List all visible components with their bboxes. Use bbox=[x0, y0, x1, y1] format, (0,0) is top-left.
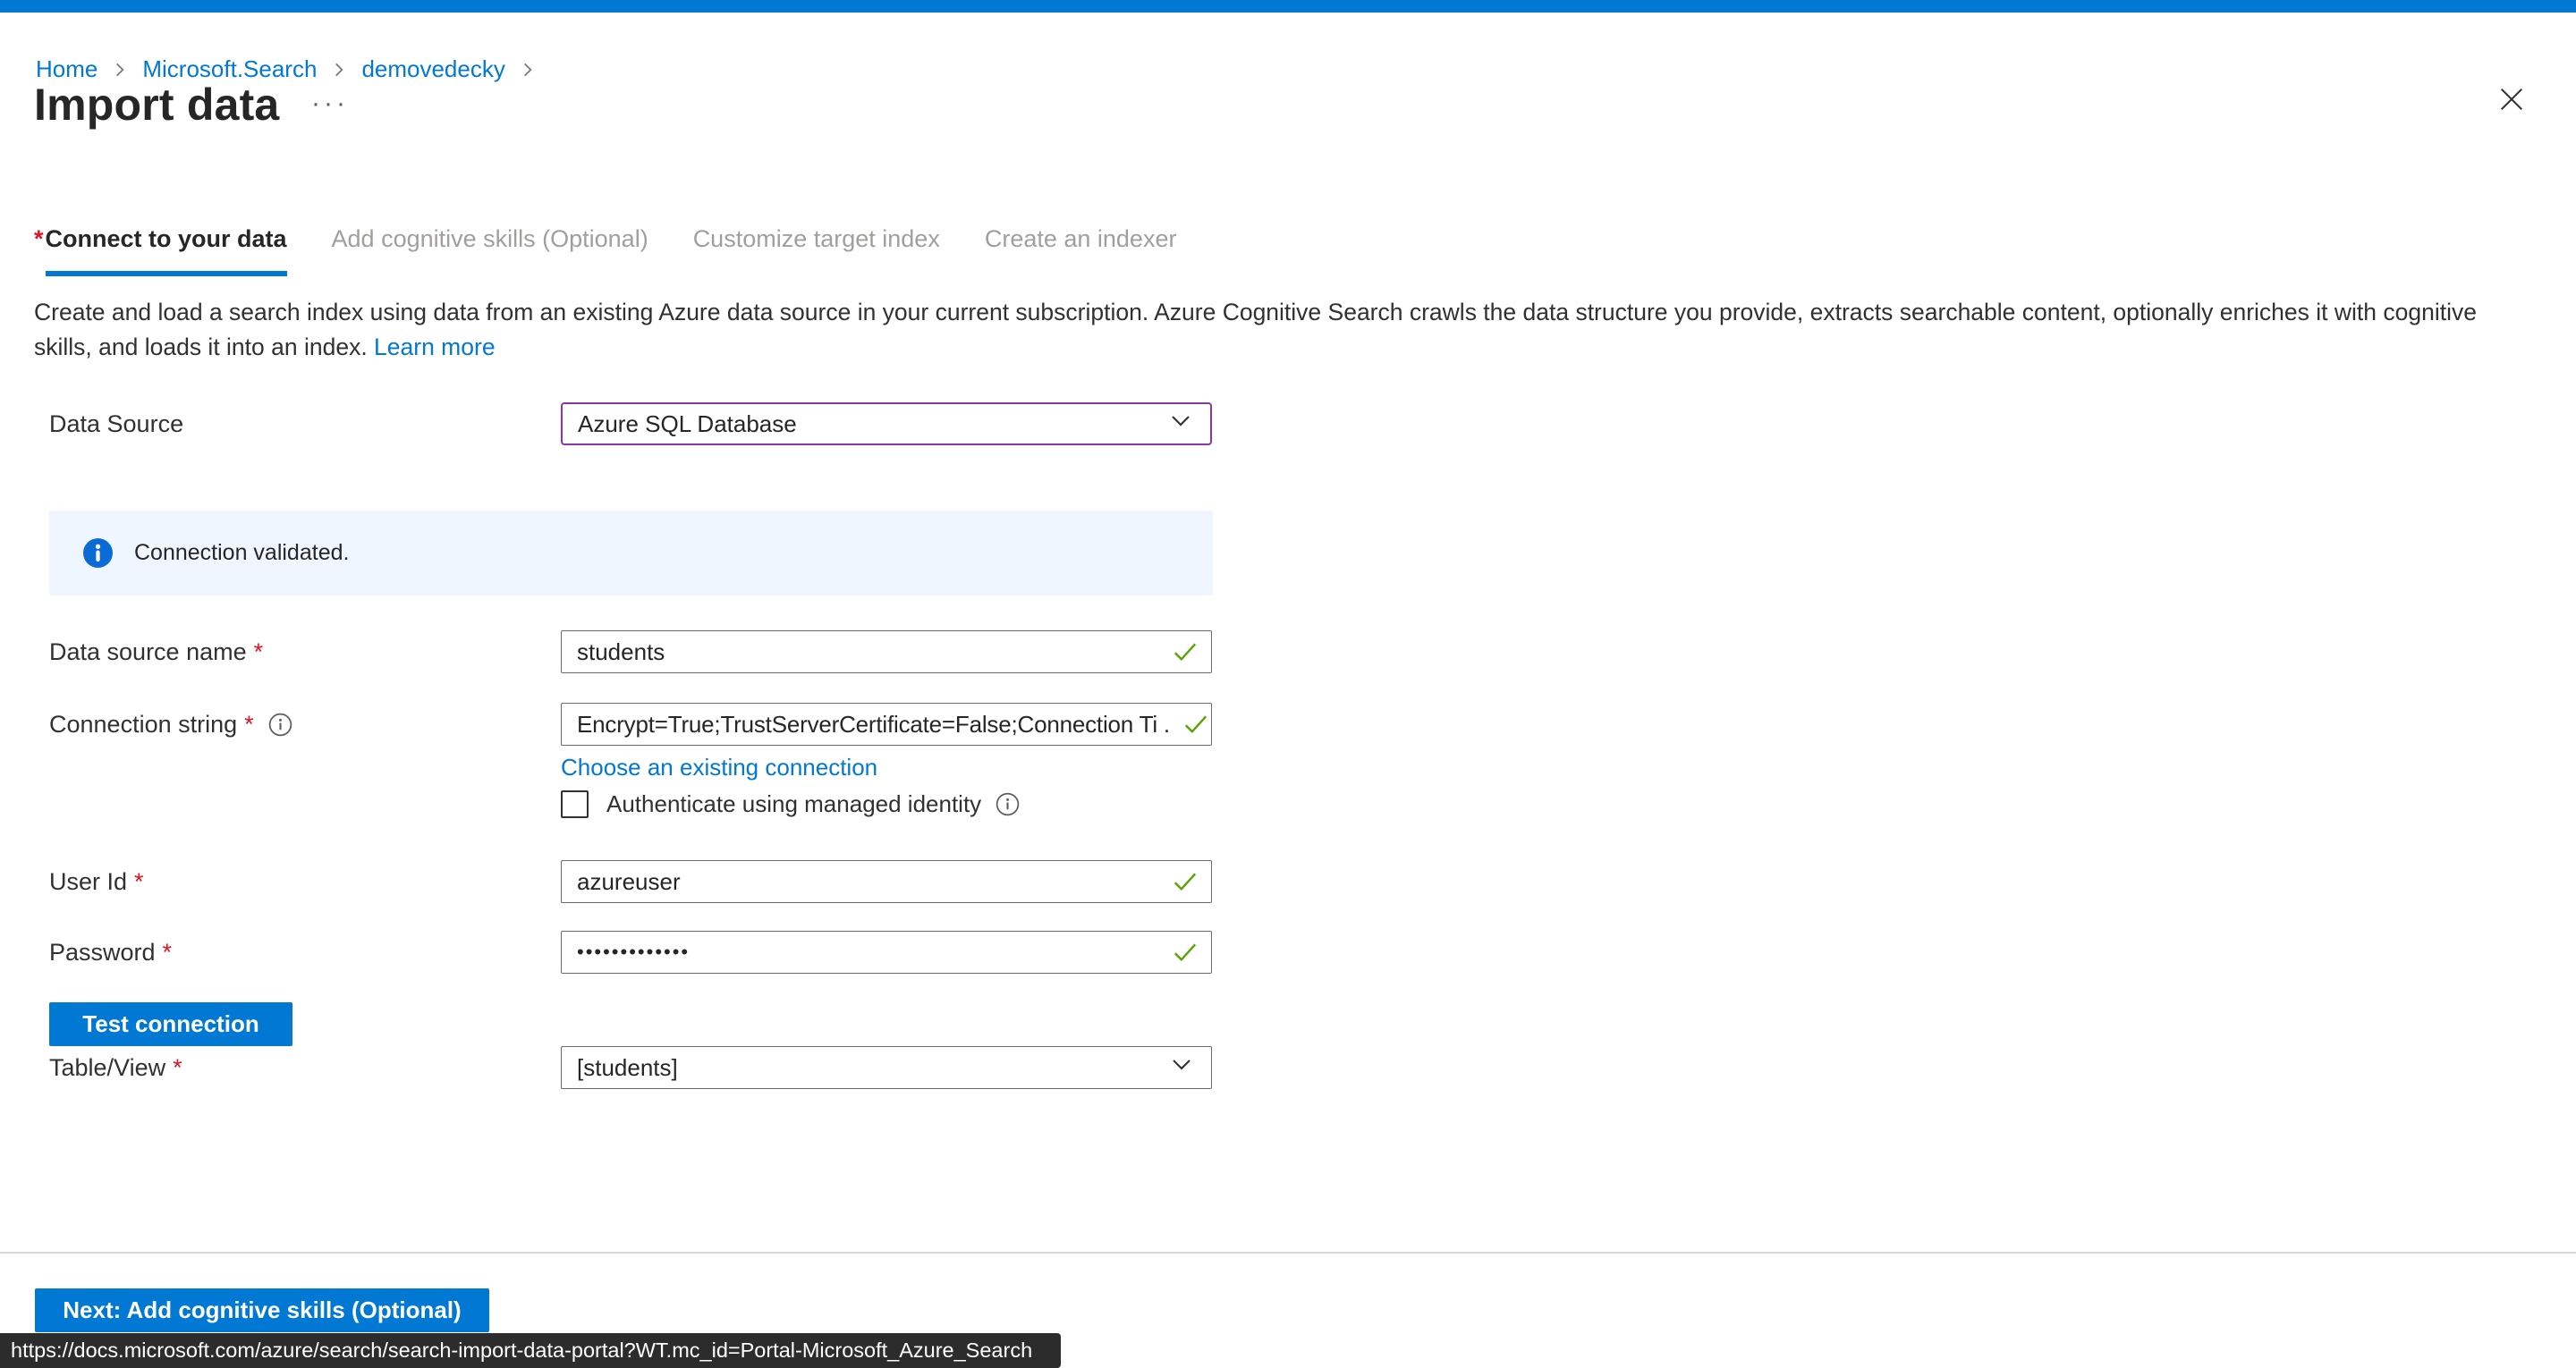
footer-divider bbox=[0, 1252, 2576, 1254]
user-id-field-wrap bbox=[561, 860, 1212, 903]
status-url-bar: https://docs.microsoft.com/azure/search/… bbox=[0, 1333, 1061, 1368]
required-marker: * bbox=[244, 711, 254, 739]
table-view-label: Table/View * bbox=[49, 1046, 182, 1089]
data-source-select[interactable]: Azure SQL Database bbox=[561, 402, 1212, 445]
info-tooltip-icon[interactable] bbox=[996, 792, 1020, 816]
page-description: Create and load a search index using dat… bbox=[34, 295, 2538, 365]
table-view-select[interactable]: [students] bbox=[561, 1046, 1212, 1089]
data-source-selected-value: Azure SQL Database bbox=[578, 410, 797, 438]
user-id-label: User Id * bbox=[49, 860, 144, 903]
data-source-name-label: Data source name * bbox=[49, 630, 263, 673]
page-title: Import data bbox=[34, 79, 279, 131]
managed-identity-row: Authenticate using managed identity bbox=[561, 790, 1020, 818]
required-marker: * bbox=[173, 1054, 182, 1082]
required-marker: * bbox=[163, 939, 173, 967]
test-connection-button[interactable]: Test connection bbox=[49, 1002, 292, 1046]
user-id-input[interactable] bbox=[561, 860, 1212, 903]
connection-string-input[interactable] bbox=[561, 703, 1212, 746]
choose-existing-connection-link[interactable]: Choose an existing connection bbox=[561, 754, 877, 781]
wizard-tabs: *Connect to your data Add cognitive skil… bbox=[34, 225, 1176, 300]
required-marker: * bbox=[34, 225, 44, 252]
table-view-selected-value: [students] bbox=[577, 1054, 678, 1082]
password-label: Password * bbox=[49, 931, 172, 974]
password-input[interactable] bbox=[561, 931, 1212, 974]
close-icon[interactable] bbox=[2498, 86, 2525, 113]
chevron-right-icon bbox=[329, 60, 349, 80]
tab-create-an-indexer[interactable]: Create an indexer bbox=[985, 225, 1177, 276]
tab-customize-target-index[interactable]: Customize target index bbox=[693, 225, 940, 276]
password-field-wrap bbox=[561, 931, 1212, 974]
import-data-page: Home Microsoft.Search demovedecky Import… bbox=[0, 0, 2576, 1368]
managed-identity-checkbox[interactable] bbox=[561, 790, 589, 818]
data-source-name-input[interactable] bbox=[561, 630, 1212, 673]
tab-add-cognitive-skills[interactable]: Add cognitive skills (Optional) bbox=[332, 225, 648, 276]
managed-identity-label: Authenticate using managed identity bbox=[606, 790, 981, 818]
banner-message: Connection validated. bbox=[134, 540, 349, 566]
connection-string-label: Connection string * bbox=[49, 703, 292, 746]
required-marker: * bbox=[254, 638, 264, 666]
status-url-text: https://docs.microsoft.com/azure/search/… bbox=[11, 1338, 1032, 1363]
info-tooltip-icon[interactable] bbox=[268, 713, 292, 737]
connection-string-field-wrap bbox=[561, 703, 1212, 746]
more-options-button[interactable]: ··· bbox=[311, 84, 349, 123]
chevron-right-icon bbox=[518, 60, 538, 80]
tab-connect-to-your-data[interactable]: *Connect to your data bbox=[34, 225, 287, 300]
next-add-cognitive-skills-button[interactable]: Next: Add cognitive skills (Optional) bbox=[35, 1288, 489, 1332]
breadcrumb-demovedecky[interactable]: demovedecky bbox=[361, 55, 504, 83]
connection-validated-banner: Connection validated. bbox=[49, 511, 1213, 595]
info-icon bbox=[83, 538, 113, 568]
chevron-right-icon bbox=[110, 60, 130, 80]
required-marker: * bbox=[134, 868, 144, 896]
portal-top-accent-bar bbox=[0, 0, 2576, 13]
data-source-label: Data Source bbox=[49, 402, 183, 445]
data-source-name-field-wrap bbox=[561, 630, 1212, 673]
learn-more-link[interactable]: Learn more bbox=[374, 334, 496, 360]
chevron-down-icon bbox=[1168, 1051, 1195, 1085]
chevron-down-icon bbox=[1167, 408, 1194, 441]
